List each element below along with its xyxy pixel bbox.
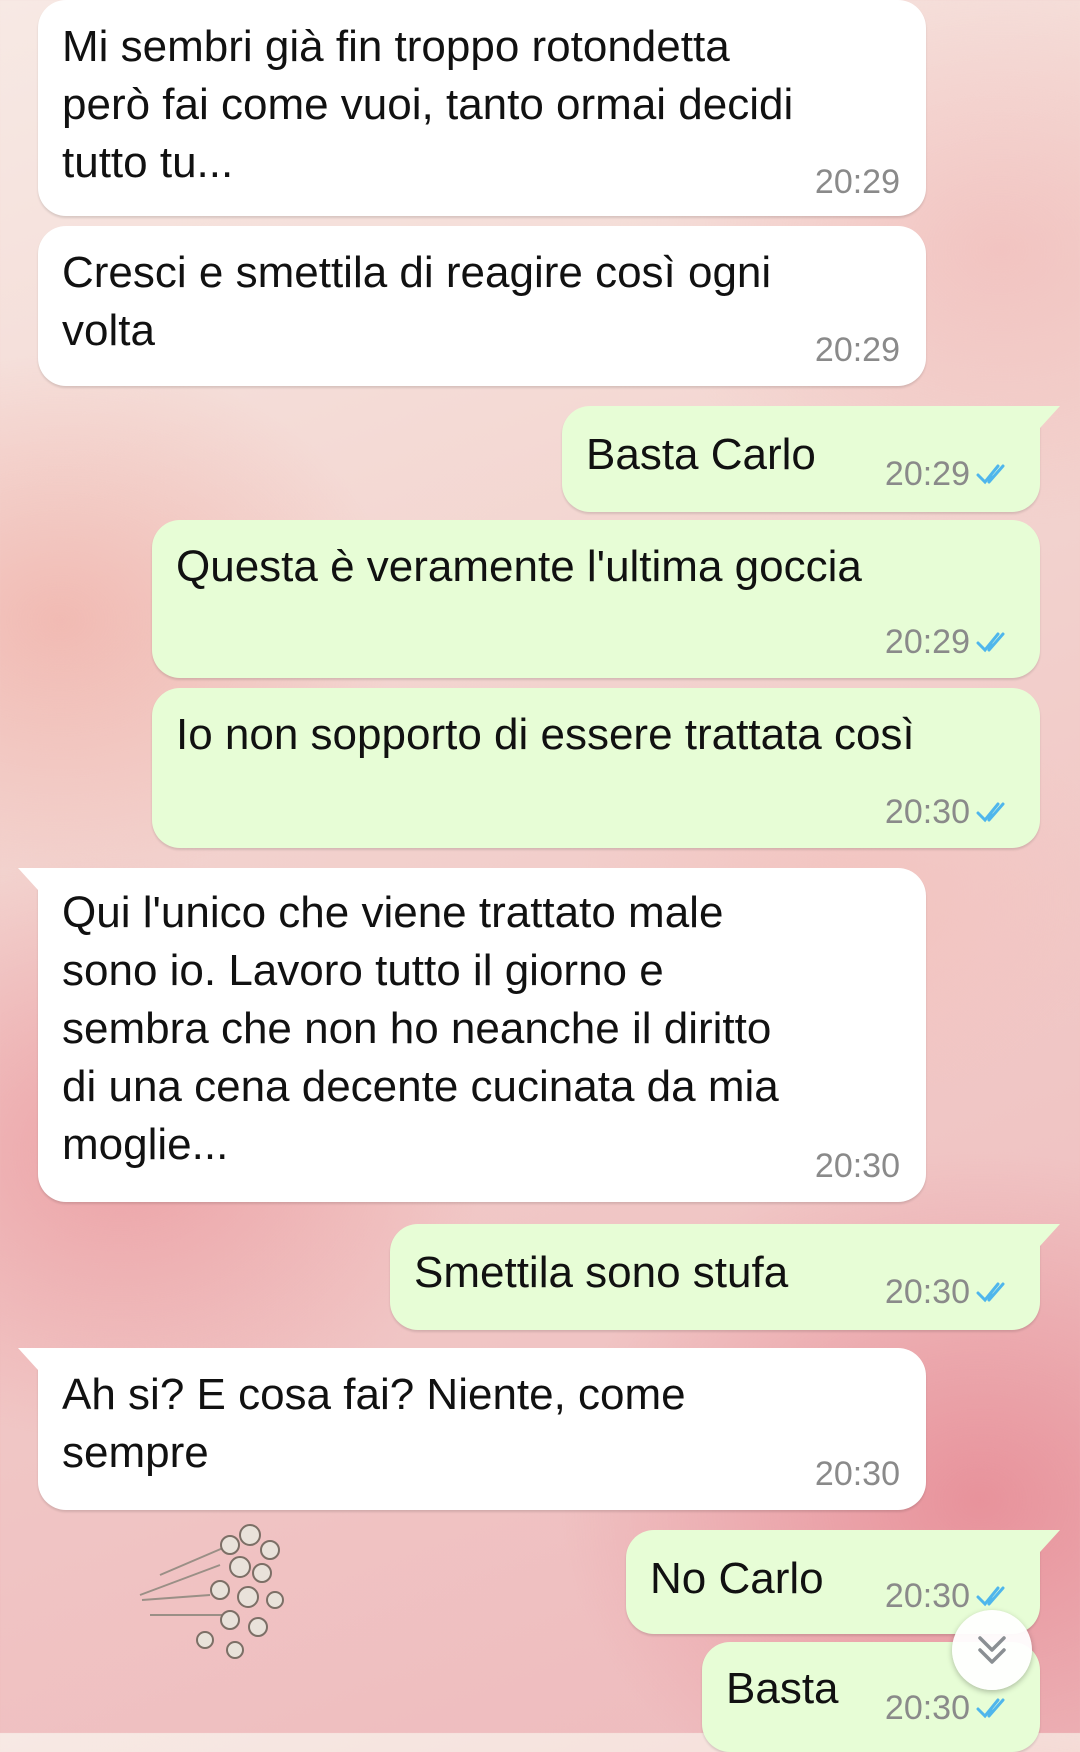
outgoing-message[interactable]: Questa è veramente l'ultima goccia 20:29 [152, 520, 1040, 678]
message-timestamp: 20:29 [884, 623, 970, 661]
double-check-icon [976, 1698, 1005, 1719]
message-meta: 20:30 [885, 792, 1012, 832]
message-timestamp: 20:29 [814, 163, 900, 201]
message-timestamp: 20:30 [884, 1273, 970, 1311]
message-meta: 20:29 [885, 454, 1012, 494]
chevron-double-down-icon [978, 1636, 1006, 1664]
message-timestamp: 20:30 [814, 1147, 900, 1185]
message-meta: 20:29 [885, 622, 1012, 662]
message-text: Cresci e smettila di reagire così ogni v… [62, 248, 772, 355]
message-text: Mi sembri già fin troppo rotondetta però… [62, 22, 794, 187]
message-text: No Carlo [650, 1554, 824, 1603]
message-timestamp: 20:29 [884, 455, 970, 493]
double-check-icon [976, 464, 1005, 485]
message-timestamp: 20:30 [884, 793, 970, 831]
message-text: Smettila sono stufa [414, 1248, 789, 1297]
message-text: Basta Carlo [586, 430, 816, 479]
outgoing-message[interactable]: Smettila sono stufa 20:30 [390, 1224, 1060, 1330]
message-meta: 20:30 [885, 1688, 1012, 1728]
outgoing-message[interactable]: Basta Carlo 20:29 [562, 406, 1060, 512]
message-timestamp: 20:30 [884, 1577, 970, 1615]
double-check-icon [976, 1282, 1005, 1303]
message-timestamp: 20:30 [884, 1689, 970, 1727]
message-meta: 20:30 [885, 1272, 1012, 1312]
incoming-message[interactable]: Ah si? E cosa fai? Niente, come sempre 2… [18, 1348, 926, 1510]
incoming-message[interactable]: Qui l'unico che viene trattato male sono… [18, 868, 926, 1202]
incoming-message[interactable]: Mi sembri già fin troppo rotondetta però… [38, 0, 926, 216]
outgoing-message[interactable]: Io non sopporto di essere trattata così … [152, 688, 1040, 848]
message-text: Questa è veramente l'ultima goccia [176, 542, 862, 591]
wallpaper-flower-decoration [139, 1524, 284, 1659]
message-text: Basta [726, 1664, 839, 1713]
double-check-icon [976, 1586, 1005, 1607]
incoming-message[interactable]: Cresci e smettila di reagire così ogni v… [38, 226, 926, 386]
message-text: Qui l'unico che viene trattato male sono… [62, 888, 779, 1169]
message-timestamp: 20:29 [814, 331, 900, 369]
scroll-to-bottom-button[interactable] [952, 1610, 1032, 1690]
message-timestamp: 20:30 [814, 1455, 900, 1493]
double-check-icon [976, 632, 1005, 653]
message-text: Io non sopporto di essere trattata così [176, 710, 915, 759]
double-check-icon [976, 802, 1005, 823]
message-text: Ah si? E cosa fai? Niente, come sempre [62, 1370, 686, 1477]
